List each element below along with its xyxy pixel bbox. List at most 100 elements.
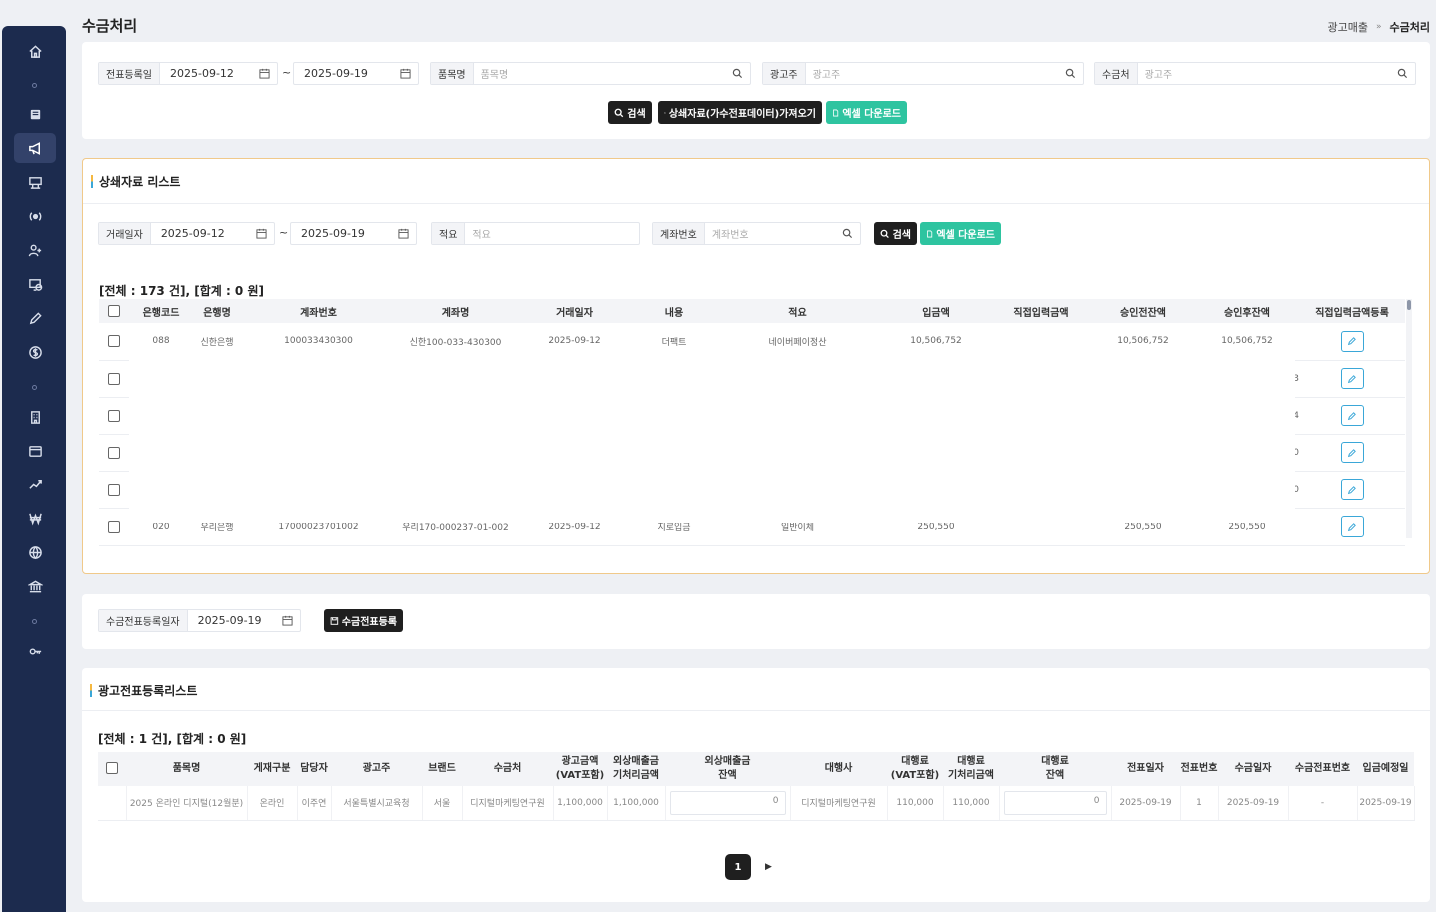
megaphone-icon[interactable] [14,133,56,163]
edit-pencil-icon[interactable] [1340,330,1364,352]
card-icon[interactable] [14,436,56,466]
scrollbar-thumb[interactable] [1407,300,1411,310]
calendar-icon[interactable] [392,68,418,79]
offset-excel-download-button[interactable]: 엑셀 다운로드 [920,222,1001,245]
next-page-icon[interactable]: ▶ [765,862,772,872]
checkbox[interactable] [108,446,120,459]
select-all-checkbox[interactable] [99,299,129,323]
register-slip-button[interactable]: 수금전표등록 [324,609,403,632]
slip-date-from-field[interactable]: 전표등록일 2025-09-12 [98,62,278,85]
slip-date-to-field[interactable]: 2025-09-19 [293,62,419,85]
checkbox[interactable] [106,762,118,774]
edit-pencil-icon[interactable] [1340,368,1364,389]
column-header: 계좌명 [396,299,515,323]
column-header: 승인후잔액 [1195,299,1299,323]
row-checkbox[interactable] [99,323,129,361]
ad-amount-cell: 1,100,000 [553,786,608,821]
select-all-checkbox[interactable] [98,752,126,786]
slip-date-from-value[interactable]: 2025-09-12 [160,67,251,80]
books-icon[interactable] [14,99,56,129]
won-icon[interactable] [14,503,56,533]
key-icon[interactable] [14,636,56,666]
offset-table-scrollbar[interactable] [1406,299,1412,538]
excel-download-button[interactable]: 엑셀 다운로드 [826,101,907,124]
empty-checkbox-cell [98,786,127,821]
search-icon[interactable] [1389,68,1415,79]
offset-table-header: 은행코드 은행명 계좌번호 계좌명 거래일자 내용 적요 입금액 직접입력금액 … [99,299,1405,323]
agency-fee-balance-input[interactable]: 0 [1003,790,1107,815]
checkbox[interactable] [108,409,120,422]
payer-input[interactable]: 광고주 [1138,66,1389,81]
calendar-icon[interactable] [251,68,277,79]
register-date-field[interactable]: 수금전표등록일자 2025-09-19 [98,609,301,632]
breadcrumb-parent[interactable]: 광고매출 [1328,19,1368,35]
checkbox[interactable] [108,372,120,385]
memo-input[interactable]: 적요 [465,226,639,241]
row-checkbox[interactable] [99,397,129,435]
fetch-offset-data-button[interactable]: 상쇄자료(가수전표데이터)가져오기 [658,101,822,124]
search-button[interactable]: 검색 [608,101,652,124]
ad-slip-table-header: 품목명 게재구분 담당자 광고주 브랜드 수금처 광고금액 (VAT포함) 외상… [98,752,1414,786]
column-header: 적요 [714,299,881,323]
advertiser-input[interactable]: 광고주 [806,66,1057,81]
trade-date-to-value[interactable]: 2025-09-19 [291,227,390,240]
calendar-icon[interactable] [248,228,274,239]
column-header: 광고금액 (VAT포함) [553,752,607,786]
account-search-field[interactable]: 계좌번호 계좌번호 [652,222,861,245]
trade-date-to-field[interactable]: 2025-09-19 [290,222,417,245]
search-icon[interactable] [1057,68,1083,79]
edit-pencil-icon[interactable] [1340,516,1364,537]
billboard-icon[interactable] [14,167,56,197]
user-plus-icon[interactable] [14,235,56,265]
pen-icon[interactable] [14,303,56,333]
trade-date-from-field[interactable]: 거래일자 2025-09-12 [98,222,275,245]
checkbox[interactable] [108,335,120,348]
edit-pencil-icon[interactable] [1340,479,1364,500]
receivable-balance-input[interactable]: 0 [669,790,786,815]
dollar-circle-icon[interactable] [14,337,56,367]
slip-date-to-value[interactable]: 2025-09-19 [294,67,392,80]
date-range-tilde: ~ [282,66,292,79]
trend-icon[interactable] [14,469,56,499]
manager-cell: 이주연 [297,786,332,821]
memo-search-field[interactable]: 적요 적요 [431,222,640,245]
calendar-icon[interactable] [274,615,300,626]
calendar-icon[interactable] [390,228,416,239]
trade-date-from-value[interactable]: 2025-09-12 [151,227,248,240]
item-name-search-field[interactable]: 품목명 품목명 [430,62,751,85]
edit-pencil-icon[interactable] [1340,405,1364,426]
breadcrumb-current: 수금처리 [1389,21,1430,34]
item-name-input[interactable]: 품목명 [474,66,724,81]
register-slip-label: 수금전표등록 [341,617,397,628]
search-icon [664,111,666,114]
search-icon [614,108,624,117]
payer-search-field[interactable]: 수금처 광고주 [1094,62,1416,85]
home-icon[interactable] [14,36,56,66]
register-date-value[interactable]: 2025-09-19 [188,614,274,627]
search-icon[interactable] [724,68,750,79]
ad-slip-list-title-text: 광고전표등록리스트 [98,684,198,698]
search-icon[interactable] [834,228,860,239]
page-button-current[interactable]: 1 [725,854,751,880]
table-row[interactable]: 2025 온라인 디지털(12월분) 온라인 이주연 서울특별시교육청 서울 디… [98,786,1415,821]
bank-icon[interactable] [14,571,56,601]
slip-date-cell: 2025-09-19 [1111,786,1181,821]
edit-pencil-icon[interactable] [1340,442,1364,463]
row-checkbox[interactable] [99,508,129,546]
monitor-coin-icon[interactable] [14,269,56,299]
offset-search-button[interactable]: 검색 [874,222,917,245]
advertiser-search-field[interactable]: 광고주 광고주 [762,62,1084,85]
row-checkbox[interactable] [99,471,129,509]
building-icon[interactable] [14,402,56,432]
checkbox[interactable] [108,305,120,317]
checkbox[interactable] [108,483,120,496]
date-range-tilde: ~ [279,226,289,239]
checkbox[interactable] [108,520,120,533]
slip-number-cell: 1 [1180,786,1219,821]
row-checkbox[interactable] [99,434,129,472]
broadcast-icon[interactable] [14,201,56,231]
column-header: 내용 [634,299,714,323]
account-input[interactable]: 계좌번호 [705,226,834,241]
globe-icon[interactable] [14,537,56,567]
row-checkbox[interactable] [99,360,129,398]
